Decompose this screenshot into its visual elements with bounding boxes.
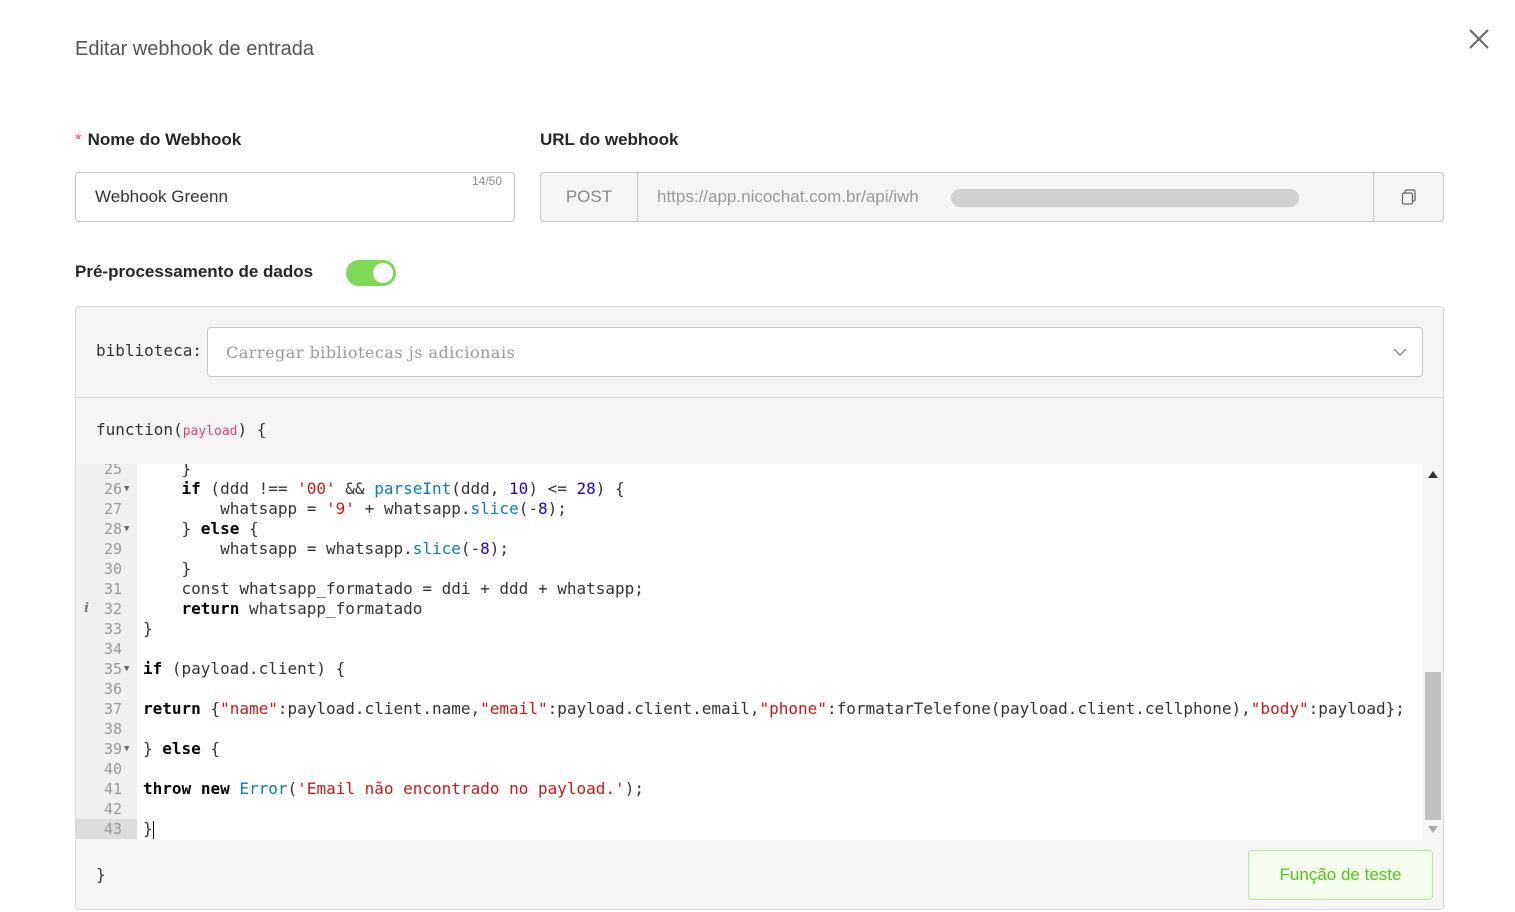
code-text: const whatsapp_formatado = ddi + ddd + w… [143,579,644,598]
preprocessing-toggle[interactable] [346,260,396,286]
code-line[interactable]: 25 } [76,464,1422,479]
scrollbar-thumb[interactable] [1425,672,1441,820]
line-number: 30 [103,560,122,578]
fold-arrow-icon[interactable]: ▼ [124,659,129,679]
code-line[interactable]: 39 ▼ } else { [76,739,1422,759]
webhook-name-label-text: Nome do Webhook [87,130,242,149]
code-line[interactable]: 38 [76,719,1422,739]
copy-url-button[interactable] [1373,173,1443,221]
modal-title: Editar webhook de entrada [75,38,315,60]
line-number: 25 [103,464,122,478]
code-line[interactable]: 29 whatsapp = whatsapp.slice(-8); [76,539,1422,559]
line-number: 41 [103,780,122,798]
code-text: whatsapp = '9' + whatsapp.slice(-8); [143,499,567,518]
info-icon[interactable]: i [84,599,89,619]
toggle-knob [373,263,393,283]
http-method: POST [541,173,638,221]
line-number: 33 [103,620,122,638]
code-line[interactable]: 40 [76,759,1422,779]
code-line[interactable]: 43} [76,819,1422,839]
code-text: } [143,619,153,638]
code-line[interactable]: 28 ▼ } else { [76,519,1422,539]
line-number: 35 [103,660,122,678]
fold-arrow-icon[interactable]: ▼ [124,519,129,539]
line-number: 43 [76,819,137,839]
webhook-url-label: URL do webhook [540,130,679,149]
line-number: 34 [103,640,122,658]
scroll-up-arrow-icon[interactable] [1428,471,1438,478]
code-line[interactable]: 26 ▼ if (ddd !== '00' && parseInt(ddd, 10… [76,479,1422,499]
webhook-url-text: https://app.nicochat.com.br/api/iwh [657,187,919,206]
line-number: 39 [103,740,122,758]
code-text: } else { [143,519,259,538]
line-number: 38 [103,720,122,738]
code-line[interactable]: 34 [76,639,1422,659]
editor-scrollbar[interactable] [1423,464,1443,840]
code-line[interactable]: 41 throw new Error('Email não encontrado … [76,779,1422,799]
line-number: 32 [103,600,122,618]
library-label: biblioteca: [96,341,202,360]
code-line[interactable]: 35 ▼ if (payload.client) { [76,659,1422,679]
scroll-down-arrow-icon[interactable] [1428,826,1438,833]
webhook-url-value[interactable]: https://app.nicochat.com.br/api/iwh [638,173,1373,221]
required-mark: * [75,130,82,149]
code-line[interactable]: 42 [76,799,1422,819]
webhook-name-input[interactable]: Webhook Greenn 14/50 [75,172,515,222]
code-editor[interactable]: 25 } 26 ▼ if (ddd !== '00' && parseInt(ddd… [76,464,1443,840]
function-keyword: function( [96,420,183,439]
line-number: 29 [103,540,122,558]
function-footer: } [96,865,106,884]
code-line[interactable]: 37 return {"name":payload.client.name,"em… [76,699,1422,719]
close-button[interactable] [1466,26,1492,52]
code-line[interactable]: 36 [76,679,1422,699]
function-open: ) { [237,420,267,439]
code-text: throw new Error('Email não encontrado no… [143,779,644,798]
function-header: function(payload) { [96,420,266,439]
library-placeholder: Carregar bibliotecas js adicionais [226,343,516,362]
webhook-name-value: Webhook Greenn [95,187,228,206]
chevron-down-icon [1393,348,1407,356]
code-line[interactable]: 32 i return whatsapp_formatado [76,599,1422,619]
code-panel: biblioteca: Carregar bibliotecas js adic… [75,306,1444,910]
line-number: 37 [103,700,122,718]
library-row: biblioteca: Carregar bibliotecas js adic… [76,307,1443,398]
line-number: 27 [103,500,122,518]
webhook-name-label: * Nome do Webhook [75,130,241,150]
code-text: whatsapp = whatsapp.slice(-8); [143,539,510,558]
line-number: 36 [103,680,122,698]
test-function-button[interactable]: Função de teste [1248,850,1433,900]
char-counter: 14/50 [471,174,502,188]
line-number: 26 [103,480,122,498]
code-text: if (ddd !== '00' && parseInt(ddd, 10) <=… [181,479,625,498]
code-line[interactable]: 33} [76,619,1422,639]
code-line[interactable]: 30 } [76,559,1422,579]
code-text: } else { [143,739,221,758]
preprocessing-label: Pré-processamento de dados [75,262,314,281]
fold-arrow-icon[interactable]: ▼ [124,479,129,499]
code-text: } [143,559,192,578]
library-select[interactable]: Carregar bibliotecas js adicionais [207,327,1423,377]
code-text: if (payload.client) { [143,659,346,678]
code-line[interactable]: 31 const whatsapp_formatado = ddi + ddd … [76,579,1422,599]
code-text: return {"name":payload.client.name,"emai… [143,699,1405,718]
function-param: payload [182,424,238,439]
code-text: } [143,819,154,839]
code-line[interactable]: 27 whatsapp = '9' + whatsapp.slice(-8); [76,499,1422,519]
close-icon [1469,29,1489,49]
line-number: 42 [103,800,122,818]
line-number: 28 [103,520,122,538]
fold-arrow-icon[interactable]: ▼ [124,739,129,759]
line-number: 31 [103,580,122,598]
code-text: } [143,464,192,478]
line-number: 40 [103,760,122,778]
code-text: return whatsapp_formatado [181,599,423,618]
url-redacted-blur [951,189,1299,207]
webhook-url-field: POST https://app.nicochat.com.br/api/iwh [540,172,1444,222]
copy-icon [1401,189,1416,205]
